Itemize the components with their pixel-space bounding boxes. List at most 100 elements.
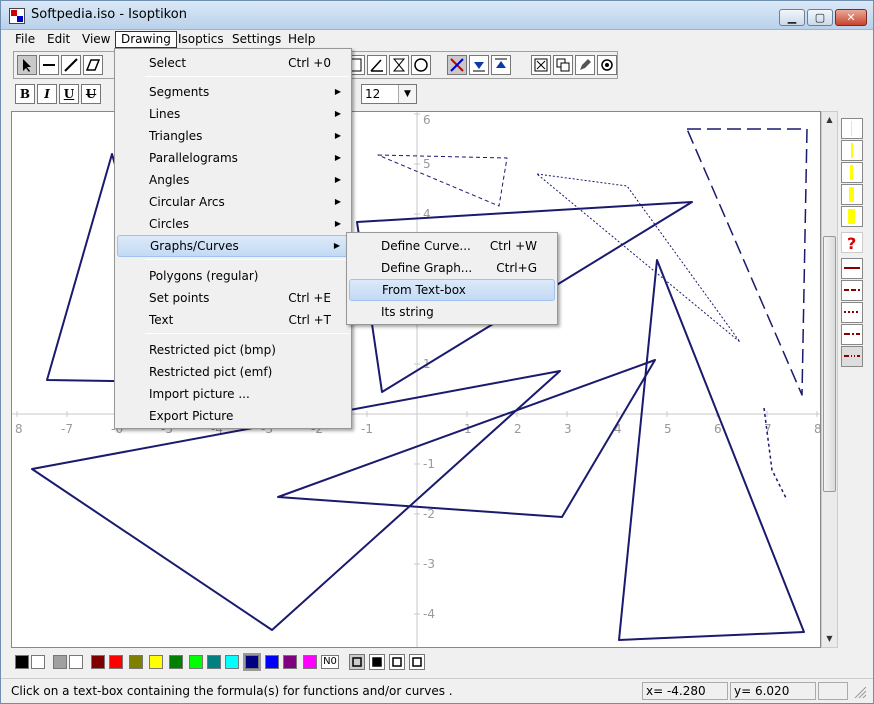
menu-view[interactable]: View [77, 31, 115, 48]
scroll-up-icon[interactable]: ▲ [822, 112, 837, 128]
bold-button[interactable]: B [15, 84, 35, 104]
menu-item-label: Restricted pict (bmp) [149, 343, 276, 357]
color-swatch[interactable] [129, 655, 143, 669]
drawing-menu-dropdown: Select Ctrl +0 Segments ▶ Lines ▶ Triangles ▶ Pa… [114, 48, 352, 429]
line-dashdotdot-button[interactable] [841, 346, 863, 367]
scroll-thumb[interactable] [823, 236, 836, 492]
chevron-down-icon[interactable]: ▼ [398, 85, 416, 103]
menu-item-text[interactable]: Text Ctrl +T [117, 309, 349, 331]
submenu-item-its-string[interactable]: Its string [349, 301, 555, 323]
fill-mode-button[interactable] [369, 654, 385, 670]
menu-file[interactable]: File [10, 31, 40, 48]
move-down-tool[interactable] [469, 55, 489, 75]
angle-tool[interactable] [367, 55, 387, 75]
menu-item-triangles[interactable]: Triangles ▶ [117, 125, 349, 147]
line-width-5-button[interactable] [841, 206, 863, 227]
menu-item-label: Set points [149, 291, 210, 305]
hourglass-tool[interactable] [389, 55, 409, 75]
delete-tool[interactable] [531, 55, 551, 75]
color-swatch[interactable] [91, 655, 105, 669]
color-swatch[interactable] [265, 655, 279, 669]
line-width-1-button[interactable] [841, 118, 863, 139]
help-button[interactable]: ? [841, 232, 863, 253]
color-swatch[interactable] [243, 653, 261, 671]
no-color-swatch[interactable]: N0 [321, 655, 339, 669]
minimize-button[interactable]: ▁ [779, 9, 805, 26]
menu-edit[interactable]: Edit [42, 31, 75, 48]
fill-mode-button[interactable] [409, 654, 425, 670]
menu-item-label: Lines [149, 107, 181, 121]
color-swatch[interactable] [207, 655, 221, 669]
strikethrough-button[interactable]: U [81, 84, 101, 104]
parallelogram-tool[interactable] [83, 55, 103, 75]
menu-item-import-picture[interactable]: Import picture ... [117, 383, 349, 405]
menu-settings[interactable]: Settings [227, 31, 286, 48]
color-swatch[interactable] [31, 655, 45, 669]
isoptic-tool[interactable] [447, 55, 467, 75]
menu-item-restricted-pict-emf[interactable]: Restricted pict (emf) [117, 361, 349, 383]
line-solid-button[interactable] [841, 258, 863, 279]
color-swatch[interactable] [225, 655, 239, 669]
color-swatch[interactable] [69, 655, 83, 669]
menu-item-polygons-regular[interactable]: Polygons (regular) [117, 265, 349, 287]
line-width-4-button[interactable] [841, 184, 863, 205]
color-swatch[interactable] [169, 655, 183, 669]
zoom-tool[interactable] [597, 55, 617, 75]
menu-item-graphs-curves[interactable]: Graphs/Curves ▶ [117, 235, 349, 257]
menu-drawing[interactable]: Drawing [115, 31, 177, 48]
move-up-tool[interactable] [491, 55, 511, 75]
edit-tool[interactable] [575, 55, 595, 75]
x-tick-label: 6 [714, 422, 722, 436]
fill-mode-button[interactable] [349, 654, 365, 670]
menu-shortcut: Ctrl +0 [288, 56, 331, 70]
menu-item-segments[interactable]: Segments ▶ [117, 81, 349, 103]
submenu-item-define-graph[interactable]: Define Graph... Ctrl+G [349, 257, 555, 279]
menu-item-circles[interactable]: Circles ▶ [117, 213, 349, 235]
close-button[interactable]: ✕ [835, 9, 867, 26]
y-tick-label: -2 [423, 507, 435, 521]
line-width-2-button[interactable] [841, 140, 863, 161]
copy-tool[interactable] [553, 55, 573, 75]
color-swatch[interactable] [283, 655, 297, 669]
circle-tool[interactable] [411, 55, 431, 75]
app-icon[interactable] [9, 8, 25, 24]
submenu-item-from-text-box[interactable]: From Text-box [349, 279, 555, 301]
line-dashed-button[interactable] [841, 280, 863, 301]
line-dotted-button[interactable] [841, 302, 863, 323]
italic-button[interactable]: I [37, 84, 57, 104]
color-swatch[interactable] [189, 655, 203, 669]
color-swatch[interactable] [149, 655, 163, 669]
menu-item-label: Angles [149, 173, 190, 187]
line-width-3-button[interactable] [841, 162, 863, 183]
fill-mode-button[interactable] [389, 654, 405, 670]
color-swatch[interactable] [15, 655, 29, 669]
line-dashdot-button[interactable] [841, 324, 863, 345]
menu-item-angles[interactable]: Angles ▶ [117, 169, 349, 191]
menu-help[interactable]: Help [283, 31, 320, 48]
menu-item-circular-arcs[interactable]: Circular Arcs ▶ [117, 191, 349, 213]
menu-item-restricted-pict-bmp[interactable]: Restricted pict (bmp) [117, 339, 349, 361]
maximize-button[interactable]: ▢ [807, 9, 833, 26]
submenu-item-define-curve[interactable]: Define Curve... Ctrl +W [349, 235, 555, 257]
underline-button[interactable]: U [59, 84, 79, 104]
menu-isoptics[interactable]: Isoptics [173, 31, 229, 48]
color-swatch[interactable] [53, 655, 67, 669]
isoptic-icon [450, 58, 464, 72]
resize-grip-icon[interactable] [853, 685, 867, 699]
delete-icon [534, 58, 548, 72]
color-swatch[interactable] [303, 655, 317, 669]
x-tick-label: -1 [361, 422, 373, 436]
select-arrow-tool[interactable] [17, 55, 37, 75]
scroll-down-icon[interactable]: ▼ [822, 631, 837, 647]
menu-item-export-picture[interactable]: Export Picture [117, 405, 349, 427]
submenu-arrow-icon: ▶ [334, 109, 341, 118]
segment-tool[interactable] [39, 55, 59, 75]
menu-item-parallelograms[interactable]: Parallelograms ▶ [117, 147, 349, 169]
menu-item-lines[interactable]: Lines ▶ [117, 103, 349, 125]
menu-item-label: Polygons (regular) [149, 269, 259, 283]
menu-item-set-points[interactable]: Set points Ctrl +E [117, 287, 349, 309]
menu-item-select[interactable]: Select Ctrl +0 [117, 52, 349, 74]
line-tool[interactable] [61, 55, 81, 75]
color-swatch[interactable] [109, 655, 123, 669]
vertical-scrollbar[interactable]: ▲ ▼ [821, 111, 838, 648]
